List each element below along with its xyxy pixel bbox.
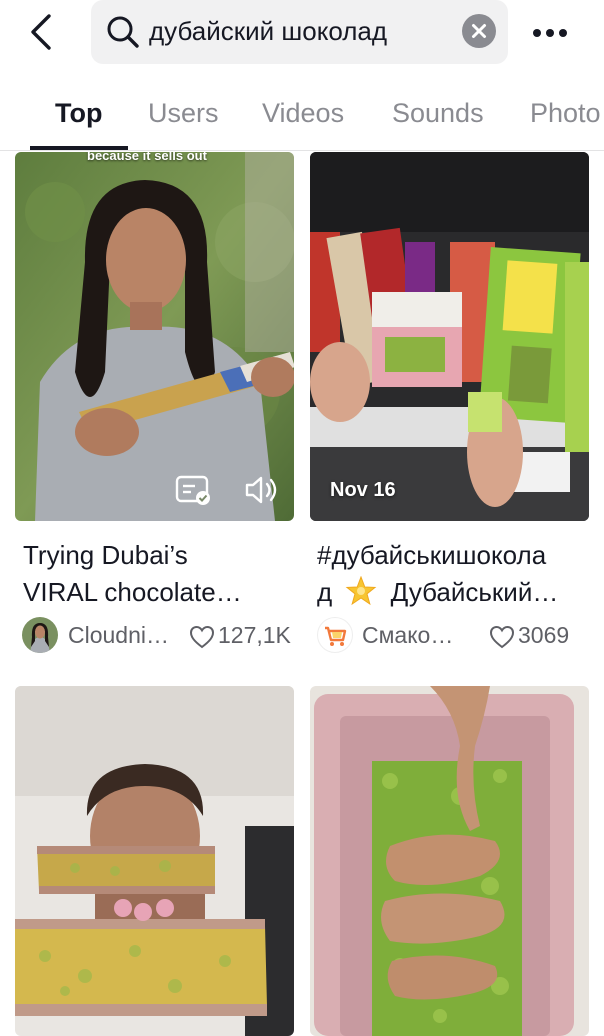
tab-users[interactable]: Users bbox=[148, 98, 219, 129]
video-thumbnail-4[interactable] bbox=[310, 686, 589, 1036]
clear-search-button[interactable] bbox=[462, 14, 496, 48]
chevron-left-icon bbox=[31, 14, 51, 50]
tab-photo[interactable]: Photo bbox=[530, 98, 601, 129]
heart-icon[interactable] bbox=[189, 625, 215, 649]
video-date-badge: Nov 16 bbox=[330, 479, 396, 501]
author-avatar-image bbox=[22, 617, 58, 653]
video-title-2-line1: #дубайськишокола bbox=[317, 540, 547, 570]
video-thumbnail-3[interactable] bbox=[15, 686, 294, 1036]
video-title-2-line2-pre: д bbox=[317, 577, 333, 607]
avatar[interactable] bbox=[22, 617, 58, 653]
more-dots-icon bbox=[533, 29, 567, 37]
search-input[interactable]: дубайский шоколад bbox=[91, 0, 508, 64]
video-meta-1: Cloudni… 127,1K bbox=[22, 617, 302, 657]
video-caption-overlay: because it sells out bbox=[87, 152, 207, 163]
video-title-1-line1: Trying Dubai’s bbox=[23, 540, 188, 570]
more-options-button[interactable] bbox=[530, 18, 570, 48]
thumbnail-image bbox=[15, 686, 294, 1036]
captions-icon bbox=[175, 475, 210, 505]
back-button[interactable] bbox=[22, 12, 62, 52]
thumbnail-image bbox=[310, 152, 589, 521]
tab-top[interactable]: Top bbox=[55, 98, 102, 129]
tab-sounds[interactable]: Sounds bbox=[392, 98, 484, 129]
video-thumbnail-2[interactable]: Nov 16 bbox=[310, 152, 589, 521]
thumbnail-image bbox=[310, 686, 589, 1036]
shopping-cart-icon bbox=[325, 626, 347, 646]
search-tabs: Top Users Videos Sounds Photo bbox=[0, 88, 604, 151]
search-query-text: дубайский шоколад bbox=[149, 16, 388, 46]
active-tab-indicator bbox=[30, 146, 128, 150]
top-bar: дубайский шоколад bbox=[0, 0, 604, 70]
search-icon bbox=[107, 16, 139, 48]
sound-icon[interactable] bbox=[243, 474, 281, 506]
video-title-1[interactable]: Trying Dubai’s VIRAL chocolate… bbox=[23, 537, 298, 611]
like-count: 3069 bbox=[518, 622, 570, 648]
like-count: 127,1K bbox=[218, 622, 291, 648]
video-title-2[interactable]: #дубайськишокола д Дубайський… bbox=[317, 537, 592, 611]
glowing-star-icon bbox=[346, 575, 377, 606]
heart-icon[interactable] bbox=[489, 625, 515, 649]
video-title-2-line2: д Дубайський… bbox=[317, 574, 592, 611]
avatar[interactable] bbox=[317, 617, 353, 653]
thumbnail-image bbox=[15, 152, 294, 521]
author-name[interactable]: Cloudni… bbox=[68, 622, 169, 649]
video-title-1-line2: VIRAL chocolate… bbox=[23, 577, 242, 607]
close-icon bbox=[472, 24, 486, 38]
author-name[interactable]: Смако… bbox=[362, 622, 453, 649]
tab-videos[interactable]: Videos bbox=[262, 98, 344, 129]
video-title-2-line2-post: Дубайський… bbox=[390, 577, 559, 607]
video-meta-2: Смако… 3069 bbox=[317, 617, 599, 657]
video-thumbnail-1[interactable]: because it sells out bbox=[15, 152, 294, 521]
